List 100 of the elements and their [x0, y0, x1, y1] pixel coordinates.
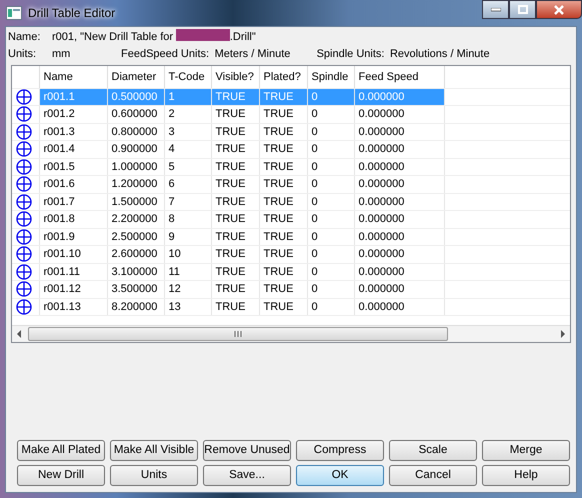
table-cell: TRUE	[259, 280, 307, 298]
table-cell: 6	[164, 176, 211, 193]
close-icon	[554, 4, 564, 14]
table-cell: 0	[307, 140, 354, 158]
dialog-button[interactable]: Cancel	[389, 465, 477, 486]
dialog-button[interactable]: Remove Unused	[203, 440, 291, 461]
table-cell: r001.6	[39, 176, 107, 193]
spindle-units-value: Revolutions / Minute	[390, 47, 490, 62]
table-cell: 2	[164, 106, 211, 123]
table-cell: 2.200000	[107, 210, 164, 228]
column-header[interactable]: T-Code	[164, 66, 211, 88]
crosshair-icon	[16, 264, 32, 280]
crosshair-icon	[16, 298, 32, 315]
dialog-button[interactable]: Units	[110, 465, 198, 486]
crosshair-icon	[16, 246, 32, 262]
table-cell: 0	[307, 88, 354, 106]
table-cell: 0.000000	[354, 106, 444, 123]
table-cell: 12	[164, 280, 211, 298]
table-cell: TRUE	[211, 176, 259, 193]
table-cell: 0.000000	[354, 158, 444, 176]
table-cell: 9	[164, 228, 211, 246]
table-cell: TRUE	[211, 228, 259, 246]
column-header[interactable]: Diameter	[107, 66, 164, 88]
column-header[interactable]: Feed Speed	[354, 66, 444, 88]
table-cell: 8	[164, 210, 211, 228]
table-cell: 0.000000	[354, 263, 444, 280]
table-cell: TRUE	[211, 210, 259, 228]
crosshair-icon	[16, 176, 32, 192]
table-cell: TRUE	[259, 228, 307, 246]
table-cell: 3.100000	[107, 263, 164, 280]
table-cell: 2.600000	[107, 246, 164, 263]
table-cell: 0	[307, 193, 354, 210]
table-cell: 0	[307, 106, 354, 123]
maximize-button[interactable]	[509, 0, 536, 19]
table-cell: 10	[164, 246, 211, 263]
table-cell: TRUE	[211, 106, 259, 123]
column-header[interactable]: Visible?	[211, 66, 259, 88]
table-cell: 0.000000	[354, 280, 444, 298]
crosshair-icon	[16, 106, 32, 122]
table-cell: TRUE	[259, 193, 307, 210]
minimize-button[interactable]	[482, 0, 509, 19]
crosshair-icon	[16, 281, 32, 298]
units-label: Units:	[8, 47, 38, 62]
dialog-button[interactable]: Help	[482, 465, 570, 486]
horizontal-scrollbar[interactable]	[12, 325, 570, 342]
table-cell: 5	[164, 158, 211, 176]
table-cell: 0	[307, 158, 354, 176]
table-cell: 0	[307, 210, 354, 228]
close-button[interactable]	[536, 0, 582, 19]
table-cell: 11	[164, 263, 211, 280]
dialog-button[interactable]: Scale	[389, 440, 477, 461]
column-header[interactable]: Name	[39, 66, 107, 88]
table-cell: TRUE	[259, 88, 307, 106]
table-cell: 0.000000	[354, 140, 444, 158]
table-cell: r001.2	[39, 106, 107, 123]
window-title: Drill Table Editor	[28, 5, 116, 22]
dialog-button[interactable]: OK	[296, 465, 384, 486]
crosshair-icon	[16, 211, 32, 228]
feedspeed-units-value: Meters / Minute	[214, 47, 292, 62]
dialog-button[interactable]: Save...	[203, 465, 291, 486]
dialog-button[interactable]: Merge	[482, 440, 570, 461]
table-cell: TRUE	[211, 158, 259, 176]
table-cell: 0.000000	[354, 193, 444, 210]
table-cell: 4	[164, 140, 211, 158]
crosshair-icon	[16, 124, 32, 140]
table-cell: 0.600000	[107, 106, 164, 123]
table-cell: TRUE	[211, 298, 259, 316]
table-cell: 0.000000	[354, 210, 444, 228]
scroll-thumb[interactable]	[28, 327, 448, 341]
table-cell: r001.13	[39, 298, 107, 316]
table-cell: r001.10	[39, 246, 107, 263]
table-cell: r001.5	[39, 158, 107, 176]
column-header[interactable]: Spindle	[307, 66, 354, 88]
table-cell: 0	[307, 280, 354, 298]
table-cell: 8.200000	[107, 298, 164, 316]
table-cell: 0.000000	[354, 228, 444, 246]
table-cell: TRUE	[211, 246, 259, 263]
dialog-button[interactable]: Make All Visible	[110, 440, 198, 461]
table-cell: TRUE	[259, 246, 307, 263]
crosshair-icon	[16, 88, 32, 105]
table-cell: 3.500000	[107, 280, 164, 298]
spindle-units-label: Spindle Units:	[316, 47, 384, 62]
table-cell: 0	[307, 228, 354, 246]
dialog-button[interactable]: Compress	[296, 440, 384, 461]
maximize-icon	[518, 5, 528, 14]
table-cell: r001.3	[39, 123, 107, 140]
name-value: r001, "New Drill Table for	[52, 30, 174, 45]
table-cell: r001.11	[39, 263, 107, 280]
dialog-button[interactable]: New Drill	[17, 465, 105, 486]
table-cell: 0.000000	[354, 298, 444, 316]
table-cell: TRUE	[211, 123, 259, 140]
table-cell: 0.000000	[354, 176, 444, 193]
name-value-suffix: .Drill"	[230, 30, 256, 45]
table-cell: 3	[164, 123, 211, 140]
column-header[interactable]: Plated?	[259, 66, 307, 88]
dialog-button[interactable]: Make All Plated	[17, 440, 105, 461]
table-cell: 0.000000	[354, 88, 444, 106]
table-cell: 1.200000	[107, 176, 164, 193]
table-cell: TRUE	[211, 280, 259, 298]
table-cell: TRUE	[259, 263, 307, 280]
